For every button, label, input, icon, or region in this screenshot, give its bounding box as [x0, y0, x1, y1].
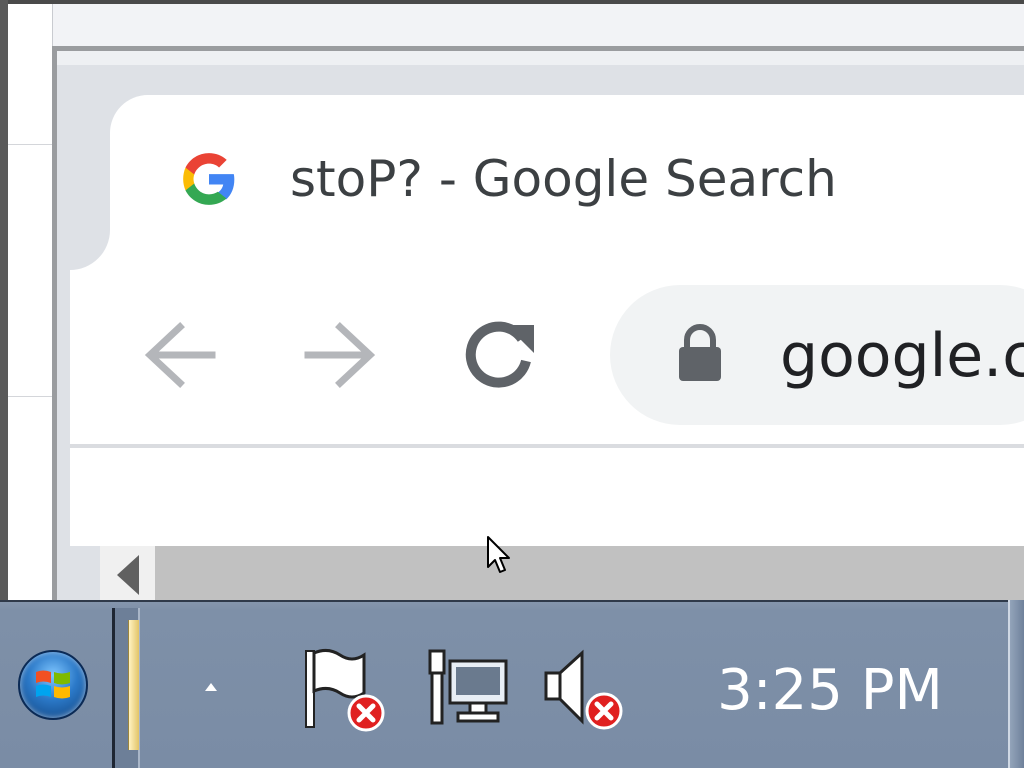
lock-icon[interactable]	[677, 323, 723, 383]
chevron-up-icon	[205, 683, 217, 691]
screen: stoP? - Google Search google.c 3:25 PM	[0, 0, 1024, 768]
background-window-edge	[0, 0, 8, 600]
windows-start-orb-icon	[36, 670, 70, 699]
show-hidden-icons-button[interactable]	[200, 676, 222, 698]
network-disconnected-icon[interactable]	[422, 645, 512, 735]
background-window-panel	[8, 4, 53, 600]
triangle-left-icon	[116, 555, 139, 595]
start-button[interactable]	[18, 650, 88, 720]
mouse-pointer-icon	[487, 536, 510, 573]
taskbar-clock[interactable]: 3:25 PM	[700, 655, 960, 727]
volume-muted-error-icon[interactable]	[540, 645, 630, 735]
google-g-icon	[183, 153, 235, 205]
arrow-right-icon	[304, 322, 376, 388]
reload-icon	[465, 321, 534, 388]
forward-button[interactable]	[300, 315, 380, 395]
browser-window-top-strip	[57, 51, 1024, 65]
panel-divider	[8, 396, 52, 397]
page-content	[70, 448, 1024, 546]
panel-divider	[8, 144, 52, 145]
action-center-flag-error-icon[interactable]	[300, 645, 390, 735]
tab-curve	[70, 230, 110, 270]
scrollbar-thumb[interactable]	[155, 546, 1024, 600]
scroll-left-button[interactable]	[100, 546, 155, 604]
taskbar-app-button[interactable]	[128, 620, 139, 750]
back-button[interactable]	[140, 315, 220, 395]
tab-title: stoP? - Google Search	[290, 150, 837, 208]
show-desktop-button[interactable]	[1008, 600, 1024, 768]
arrow-left-icon	[144, 322, 216, 388]
address-bar-url: google.c	[780, 321, 1024, 391]
reload-button[interactable]	[460, 315, 540, 395]
